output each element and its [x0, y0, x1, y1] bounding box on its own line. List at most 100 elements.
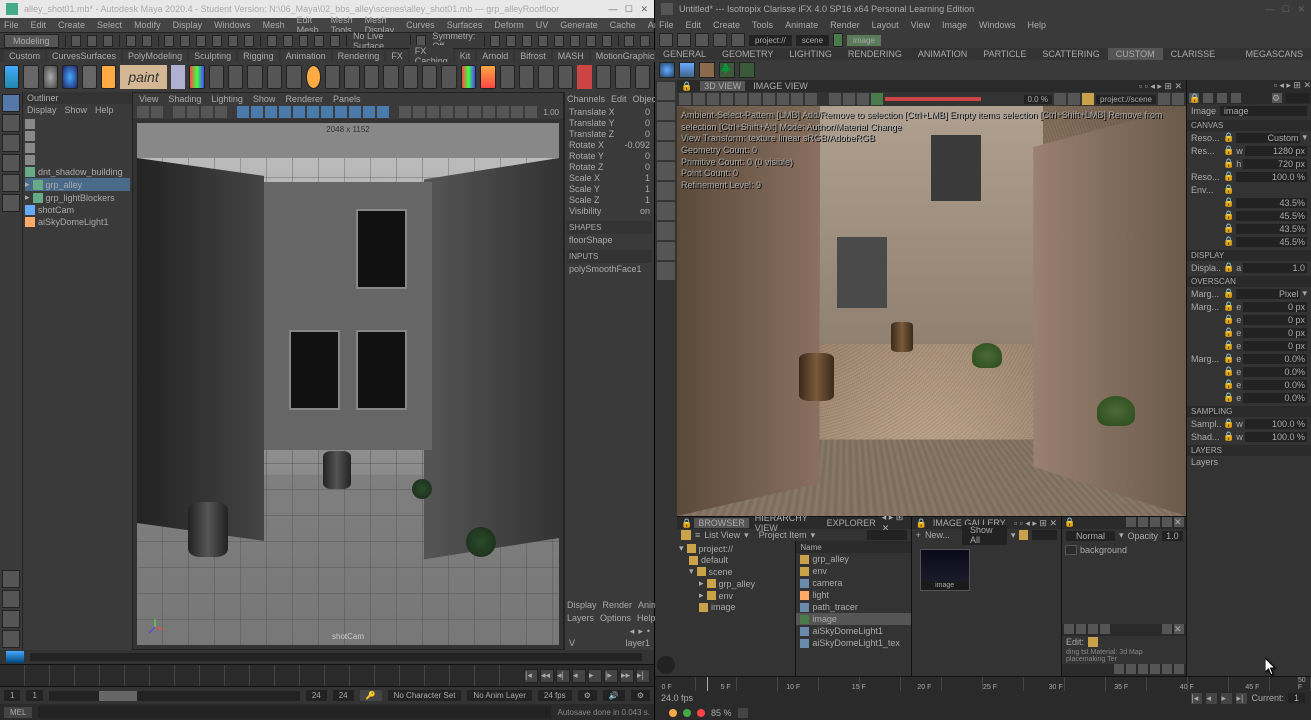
folder-icon: [1088, 637, 1098, 647]
status-message: Autosave done in 0.043 s.: [557, 708, 650, 717]
outliner-title: Outliner: [23, 92, 132, 104]
new-scene-icon[interactable]: [71, 35, 81, 47]
window-controls[interactable]: — ☐ ✕: [608, 4, 648, 15]
maya-toolbox[interactable]: [0, 92, 22, 650]
rotate-tool-icon[interactable]: [2, 174, 20, 192]
breadcrumb-current[interactable]: image: [847, 35, 881, 46]
error-led-icon: [697, 709, 705, 717]
layout-1-icon[interactable]: [2, 570, 20, 588]
lock-icon: 🔒: [916, 518, 927, 529]
scrubber[interactable]: [30, 653, 642, 661]
channel-box: ChannelsEdit ObjectShow Translate X0 Tra…: [564, 92, 654, 650]
channel-tabs[interactable]: ChannelsEdit ObjectShow: [567, 94, 652, 106]
layout-4-icon[interactable]: [2, 630, 20, 648]
anim-layer-dropdown[interactable]: No Anim Layer: [467, 690, 531, 701]
playback-controls[interactable]: |◂◂◂◂| ◂▸ |▸▸▸▸|: [520, 669, 654, 683]
lock-icon: 🔒: [681, 518, 692, 529]
clarisse-title: Untitled* --- Isotropix Clarisse iFX 4.0…: [679, 4, 974, 14]
spider-shelf-icon[interactable]: [171, 65, 186, 89]
save-icon[interactable]: [103, 35, 113, 47]
clarisse-vp-toolbar[interactable]: 0.0 % project://scene: [677, 92, 1186, 106]
key-icon[interactable]: 🔑: [360, 690, 382, 701]
lasso-tool-icon[interactable]: [2, 114, 20, 132]
attribute-editor: ▫ ◂ ▸ ⊞ ✕ 🔒 ⚙ Image image CANVAS Reso...…: [1186, 80, 1311, 676]
paint-shelf-button[interactable]: paint: [120, 65, 166, 89]
nav-fwd-icon: [677, 33, 691, 47]
viewport-toolbar[interactable]: 1.00: [133, 105, 563, 119]
clarisse-viewport-canvas[interactable]: Ambient-Select-Pattern [LMB] Add/Remove …: [677, 106, 1186, 516]
viewport-menu[interactable]: ViewShading LightingShow RendererPanels: [133, 93, 563, 105]
maya-shelf-tabs[interactable]: CustomCurvesSurfaces PolyModelingSculpti…: [0, 48, 654, 62]
maya-range-slider[interactable]: 1 1 24 24 🔑 No Character Set No Anim Lay…: [0, 686, 654, 704]
paint-select-tool-icon[interactable]: [2, 134, 20, 152]
progress-bar: [885, 97, 1022, 101]
layers-header[interactable]: 🔒 ✕: [1062, 517, 1186, 529]
viewport-overlay: Ambient-Select-Pattern [LMB] Add/Remove …: [681, 110, 1186, 192]
maya-command-line: MEL Autosave done in 0.043 s.: [0, 704, 654, 720]
status-icon: [738, 708, 748, 718]
browser-tabs[interactable]: 🔒 BROWSER HIERARCHY VIEW EXPLORER ◂ ▸ ⊞ …: [677, 517, 911, 529]
maya-title: alley_shot01.mb* - Autodesk Maya 2020.4 …: [24, 4, 559, 14]
browser-list[interactable]: grp_alley env camera light path_tracer i…: [796, 553, 910, 649]
viewport-canvas[interactable]: 2048 x 1152 shotCam: [137, 123, 559, 645]
open-icon[interactable]: [87, 35, 97, 47]
go-start-icon: |◂: [524, 669, 538, 683]
search-input[interactable]: [867, 530, 907, 540]
scale-tool-icon[interactable]: [2, 194, 20, 212]
layers-list[interactable]: background: [1062, 542, 1186, 624]
clarisse-titlebar: Untitled* --- Isotropix Clarisse iFX 4.0…: [655, 0, 1311, 18]
maya-app-icon: [6, 3, 18, 15]
go-end-icon: ▸|: [1236, 693, 1247, 704]
lock-icon: 🔒: [681, 81, 692, 92]
warning-led-icon: [669, 709, 677, 717]
maya-status-line[interactable]: Modeling No Live Surface Symmetry: Off: [0, 32, 654, 48]
clarisse-status-bar: 85 %: [655, 706, 1311, 720]
outliner-tree[interactable]: dnt_shadow_building ▸grp_alley ▸grp_ligh…: [23, 116, 132, 650]
clarisse-menubar[interactable]: FileEditCreate ToolsAnimateRender Layout…: [655, 18, 1311, 32]
refresh-icon: [695, 33, 709, 47]
color-swatch[interactable]: [657, 656, 675, 674]
layout-3-icon[interactable]: [2, 610, 20, 628]
char-set-dropdown[interactable]: No Character Set: [388, 690, 462, 701]
go-end-icon: ▸|: [636, 669, 650, 683]
tree-icon: 🌲: [719, 62, 735, 78]
select-tool-icon[interactable]: [2, 94, 20, 112]
blend-mode-dropdown: Normal: [1066, 531, 1115, 541]
browser-tree[interactable]: ▾project:// default ▾scene ▸grp_alley ▸e…: [677, 541, 795, 676]
camera-label: shotCam: [332, 632, 364, 641]
go-start-icon: |◂: [1191, 693, 1202, 704]
lock-icon: 🔒: [1064, 517, 1075, 529]
mel-label[interactable]: MEL: [4, 707, 32, 718]
move-tool-icon[interactable]: [2, 154, 20, 172]
maya-titlebar: alley_shot01.mb* - Autodesk Maya 2020.4 …: [0, 0, 654, 18]
display-layer[interactable]: V layer1: [567, 638, 652, 648]
clarisse-toolbar[interactable]: project:// scene image: [655, 32, 1311, 48]
window-controls[interactable]: — ☐ ✕: [1265, 4, 1305, 15]
red-shelf-icon[interactable]: [577, 65, 592, 89]
resolution-label: 2048 x 1152: [326, 125, 369, 134]
nav-back-icon: [659, 33, 673, 47]
layout-2-icon[interactable]: [2, 590, 20, 608]
maya-viewport: ViewShading LightingShow RendererPanels …: [132, 92, 564, 650]
clarisse-timeline: 0 F 5 F 10 F 15 F 20 F 25 F 30 F 35 F 40…: [655, 676, 1311, 706]
clarisse-shelf[interactable]: 🌲: [655, 60, 1311, 80]
playhead[interactable]: [707, 677, 708, 691]
maya-menubar[interactable]: FileEditCreate SelectModifyDisplay Windo…: [0, 18, 654, 32]
attr-search-input: [1286, 93, 1309, 103]
fps-dropdown[interactable]: 24 fps: [538, 690, 572, 701]
clarisse-shelf-tabs[interactable]: GENERALGEOMETRY LIGHTINGRENDERING ANIMAT…: [655, 48, 1311, 60]
lock-icon: 🔒: [1189, 93, 1199, 103]
clarisse-vp-tabs[interactable]: 🔒 3D VIEW IMAGE VIEW ▫ ▫ ◂ ▸ ⊞ ✕: [677, 80, 1186, 92]
mode-dropdown[interactable]: Modeling: [4, 34, 59, 48]
maya-logo-icon: [6, 651, 24, 663]
folder-icon: [681, 530, 691, 540]
clarisse-tool-column[interactable]: [655, 80, 677, 676]
command-input[interactable]: [38, 706, 551, 718]
maya-shelf[interactable]: paint: [0, 62, 654, 92]
outliner-node-selected: ▸grp_alley: [25, 178, 130, 191]
folder-icon: [1019, 530, 1027, 540]
clarisse-app-icon: [661, 3, 673, 15]
gallery-thumbnail[interactable]: image: [920, 549, 970, 591]
view-axis-icon: [145, 617, 165, 637]
outliner-menu[interactable]: DisplayShowHelp: [23, 104, 132, 116]
